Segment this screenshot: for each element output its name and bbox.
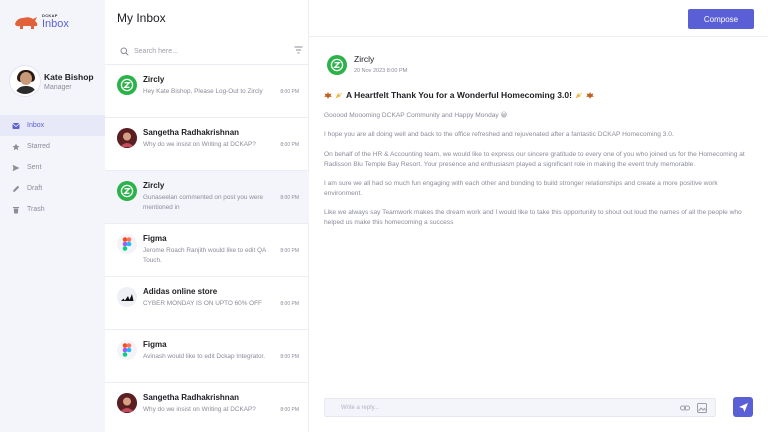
left-sidebar: DCKAP Inbox Kate Bishop Manager Inbox St… bbox=[0, 0, 105, 432]
body-paragraph: Like we always say Teamwork makes the dr… bbox=[324, 209, 742, 226]
nav-label: Sent bbox=[27, 164, 42, 171]
zircly-logo-icon bbox=[327, 55, 347, 75]
search-icon bbox=[120, 47, 129, 56]
nav-item-inbox[interactable]: Inbox bbox=[0, 115, 105, 136]
sender-name: Sangetha Radhakrishnan bbox=[143, 393, 240, 402]
sender-name: Zircly bbox=[143, 75, 165, 84]
nav-item-starred[interactable]: Starred bbox=[0, 136, 105, 157]
top-bar: Compose bbox=[309, 0, 768, 37]
message-time: 8:00 PM bbox=[280, 195, 299, 201]
message-time: 8:00 PM bbox=[280, 89, 299, 95]
app: DCKAP Inbox Kate Bishop Manager Inbox St… bbox=[0, 0, 768, 432]
message-time: 8:00 PM bbox=[280, 301, 299, 307]
figma-logo-icon bbox=[117, 340, 137, 360]
reading-pane: Compose Zircly 20 Nov 2023 8:00 PM A Hea… bbox=[309, 0, 768, 432]
maple-leaf-icon bbox=[324, 91, 332, 99]
profile-role: Manager bbox=[44, 83, 72, 91]
message-sender: Zircly bbox=[354, 54, 375, 64]
figma-logo-icon bbox=[117, 234, 137, 254]
nav-label: Draft bbox=[27, 185, 43, 192]
nav-label: Trash bbox=[27, 206, 45, 213]
body-paragraph: I hope you are all doing well and back t… bbox=[324, 131, 674, 139]
avatar-icon bbox=[117, 128, 137, 148]
profile-name: Kate Bishop bbox=[44, 71, 94, 82]
message-preview: Jerome Roach Ranjith would like to edit … bbox=[143, 247, 266, 264]
party-icon bbox=[335, 92, 342, 98]
compose-button[interactable]: Compose bbox=[688, 9, 754, 29]
body-paragraph: On behalf of the HR & Accounting team, w… bbox=[324, 150, 745, 168]
search-placeholder: Search here... bbox=[134, 47, 178, 55]
message-time: 8:00 PM bbox=[280, 142, 299, 148]
body-paragraph: I am sure we all had so much fun engagin… bbox=[324, 179, 718, 197]
rhino-logo-icon bbox=[15, 17, 38, 29]
message-time: 8:00 PM bbox=[280, 407, 299, 413]
nav-item-draft[interactable]: Draft bbox=[0, 178, 105, 199]
list-item-selected[interactable]: Zircly Gunaseelan commented on post you … bbox=[105, 171, 309, 224]
list-item[interactable]: Figma Avinash would like to edit Dckap I… bbox=[105, 330, 309, 383]
nav-label: Starred bbox=[27, 143, 50, 150]
message-body: Gooood Moooming DCKAP Community and Happ… bbox=[324, 111, 754, 237]
message-preview: Why do we insist on Writing at DCKAP? bbox=[143, 406, 256, 413]
body-paragraph: Gooood Moooming DCKAP Community and Happ… bbox=[324, 112, 508, 119]
page-title: My Inbox bbox=[117, 11, 166, 25]
list-item[interactable]: Sangetha Radhakrishnan Why do we insist … bbox=[105, 118, 309, 171]
list-item[interactable]: Figma Jerome Roach Ranjith would like to… bbox=[105, 224, 309, 277]
message-subject: A Heartfelt Thank You for a Wonderful Ho… bbox=[324, 90, 594, 100]
avatar-icon bbox=[117, 393, 137, 413]
party-icon bbox=[575, 92, 582, 98]
sender-name: Sangetha Radhakrishnan bbox=[143, 128, 240, 137]
adidas-logo-icon bbox=[117, 287, 137, 307]
nav-item-sent[interactable]: Sent bbox=[0, 157, 105, 178]
list-item[interactable]: Adidas online store CYBER MONDAY IS ON U… bbox=[105, 277, 309, 330]
send-icon bbox=[738, 402, 748, 412]
message-date: 20 Nov 2023 8:00 PM bbox=[354, 68, 408, 74]
sender-name: Figma bbox=[143, 234, 167, 243]
trash-icon bbox=[13, 206, 19, 213]
pencil-icon bbox=[13, 185, 20, 192]
message-time: 8:00 PM bbox=[280, 354, 299, 360]
message-header: Zircly 20 Nov 2023 8:00 PM bbox=[327, 54, 407, 75]
user-profile[interactable]: Kate Bishop Manager bbox=[10, 66, 94, 96]
brand-name: Inbox bbox=[42, 18, 69, 30]
avatar bbox=[10, 66, 40, 96]
list-item[interactable]: Sangetha Radhakrishnan Why do we insist … bbox=[105, 383, 309, 432]
send-button[interactable] bbox=[733, 397, 753, 417]
star-icon bbox=[12, 142, 20, 150]
image-icon[interactable] bbox=[697, 403, 707, 413]
message-time: 8:00 PM bbox=[280, 248, 299, 254]
search-input[interactable]: Search here... bbox=[115, 42, 305, 60]
filter-icon[interactable] bbox=[294, 46, 303, 54]
link-icon[interactable] bbox=[680, 403, 690, 413]
sender-name: Adidas online store bbox=[143, 287, 218, 296]
message-list-panel: My Inbox Search here... Zircly Hey Kate … bbox=[105, 0, 309, 432]
zircly-logo-icon bbox=[117, 75, 137, 95]
reply-input[interactable]: Write a reply... bbox=[324, 398, 716, 417]
reply-placeholder: Write a reply... bbox=[341, 404, 380, 411]
nav-menu: Inbox Starred Sent Draft Trash bbox=[0, 115, 105, 220]
message-preview: Gunaseelan commented on post you were me… bbox=[143, 194, 264, 211]
nav-label: Inbox bbox=[27, 122, 45, 129]
message-list: Zircly Hey Kate Bishop, Please Log-Out t… bbox=[105, 64, 309, 432]
message-preview: Avinash would like to edit Dckap Integra… bbox=[143, 353, 266, 360]
message-preview: Why do we insist on Writing at DCKAP? bbox=[143, 141, 256, 148]
subject-text: A Heartfelt Thank You for a Wonderful Ho… bbox=[346, 90, 572, 100]
message-preview: CYBER MONDAY IS ON UPTO 60% OFF bbox=[143, 300, 262, 307]
inbox-icon bbox=[12, 122, 20, 129]
message-preview: Hey Kate Bishop, Please Log-Out to Zircl… bbox=[143, 88, 263, 95]
nav-item-trash[interactable]: Trash bbox=[0, 199, 105, 220]
list-item[interactable]: Zircly Hey Kate Bishop, Please Log-Out t… bbox=[105, 65, 309, 118]
brand-logo[interactable]: DCKAP Inbox bbox=[13, 12, 69, 32]
zircly-logo-icon bbox=[117, 181, 137, 201]
send-icon bbox=[12, 164, 20, 171]
sender-name: Figma bbox=[143, 340, 167, 349]
maple-leaf-icon bbox=[585, 91, 594, 99]
sender-name: Zircly bbox=[143, 181, 165, 190]
